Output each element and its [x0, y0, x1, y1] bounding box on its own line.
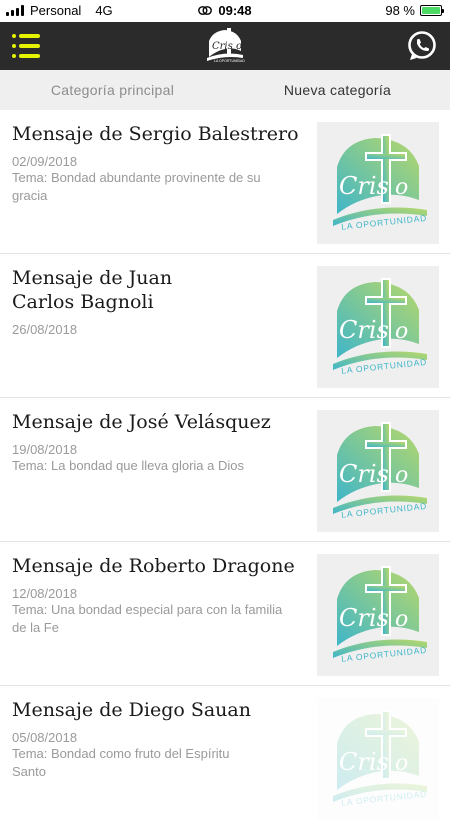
- logo-word: Cris o: [212, 41, 242, 52]
- item-text: Mensaje de Sergio Balestrero 02/09/2018 …: [12, 122, 302, 205]
- logo-word: Cris: [339, 460, 389, 488]
- cristo-logo-image: Cris oLA OPORTUNIDAD: [333, 134, 428, 232]
- item-title: Mensaje de Sergio Balestrero: [12, 123, 299, 145]
- cristo-logo-image: Cris oLA OPORTUNIDAD: [333, 566, 428, 664]
- logo-word-end: o: [395, 463, 408, 488]
- item-date: 05/08/2018: [12, 730, 78, 745]
- item-date: 26/08/2018: [12, 322, 78, 337]
- list-item[interactable]: Mensaje de Juan Carlos Bagnoli 26/08/201…: [0, 254, 450, 398]
- battery-percent: 98 %: [385, 3, 415, 18]
- whatsapp-icon[interactable]: [406, 30, 438, 62]
- message-list: Mensaje de Sergio Balestrero 02/09/2018 …: [0, 110, 450, 830]
- item-topic: Tema: Bondad como fruto del Espíritu San…: [12, 746, 230, 779]
- logo-word: Cris: [339, 748, 389, 776]
- item-text: Mensaje de José Velásquez 19/08/2018 Tem…: [12, 410, 302, 475]
- item-thumbnail: Cris o LA OPORTUNIDAD: [317, 698, 439, 820]
- tab-categoria-principal[interactable]: Categoría principal: [0, 70, 225, 110]
- logo-word: Cris: [339, 172, 389, 200]
- item-topic: Tema: Una bondad especial para con la fa…: [12, 602, 283, 635]
- item-title: Mensaje de José Velásquez: [12, 411, 271, 433]
- item-title: Mensaje de Juan Carlos Bagnoli: [12, 267, 173, 313]
- status-bar: Personal 4G 09:48 98 %: [0, 0, 450, 22]
- item-date: 12/08/2018: [12, 586, 78, 601]
- item-title: Mensaje de Roberto Dragone: [12, 555, 295, 577]
- cristo-logo-image: Cris oLA OPORTUNIDAD: [333, 278, 428, 376]
- clock: 09:48: [218, 3, 252, 18]
- item-date: 02/09/2018: [12, 154, 78, 169]
- item-topic: Tema: Bondad abundante provinente de su …: [12, 170, 261, 203]
- list-item[interactable]: Mensaje de Roberto Dragone 12/08/2018 Te…: [0, 542, 450, 686]
- cristo-logo-image: Cris oLA OPORTUNIDAD: [333, 710, 428, 808]
- list-item[interactable]: Mensaje de Sergio Balestrero 02/09/2018 …: [0, 110, 450, 254]
- item-thumbnail: Cris o LA OPORTUNIDAD: [317, 266, 439, 388]
- status-time-wrap: 09:48: [0, 3, 450, 18]
- logo-word-end: o: [395, 751, 408, 776]
- app-bar: Cris o LA OPORTUNIDAD: [0, 22, 450, 70]
- list-item[interactable]: Mensaje de Diego Sauan 05/08/2018 Tema: …: [0, 686, 450, 830]
- cristo-logo-image: Cris oLA OPORTUNIDAD: [333, 422, 428, 520]
- logo-word: Cris: [339, 316, 389, 344]
- item-text: Mensaje de Juan Carlos Bagnoli 26/08/201…: [12, 266, 302, 337]
- battery-level: [422, 7, 440, 14]
- logo-word-end: o: [395, 607, 408, 632]
- item-thumbnail: Cris o LA OPORTUNIDAD: [317, 410, 439, 532]
- logo-tagline: LA OPORTUNIDAD: [214, 59, 245, 63]
- logo-word-end: o: [395, 175, 408, 200]
- item-title: Mensaje de Diego Sauan: [12, 699, 251, 721]
- tab-nueva-categoria[interactable]: Nueva categoría: [225, 70, 450, 110]
- item-thumbnail: Cris o LA OPORTUNIDAD: [317, 122, 439, 244]
- logo-word: Cris: [339, 604, 389, 632]
- battery-icon: [420, 5, 444, 16]
- app-logo[interactable]: Cris o LA OPORTUNIDAD: [203, 27, 247, 65]
- item-thumbnail: Cris o LA OPORTUNIDAD: [317, 554, 439, 676]
- category-tabs: Categoría principal Nueva categoría: [0, 70, 450, 110]
- item-topic: Tema: La bondad que lleva gloria a Dios: [12, 458, 244, 473]
- logo-word-end: o: [395, 319, 408, 344]
- item-text: Mensaje de Roberto Dragone 12/08/2018 Te…: [12, 554, 302, 637]
- list-item[interactable]: Mensaje de José Velásquez 19/08/2018 Tem…: [0, 398, 450, 542]
- item-text: Mensaje de Diego Sauan 05/08/2018 Tema: …: [12, 698, 302, 781]
- hamburger-menu-icon[interactable]: [12, 34, 40, 58]
- link-icon: [198, 3, 213, 18]
- item-date: 19/08/2018: [12, 442, 78, 457]
- status-right: 98 %: [385, 3, 444, 18]
